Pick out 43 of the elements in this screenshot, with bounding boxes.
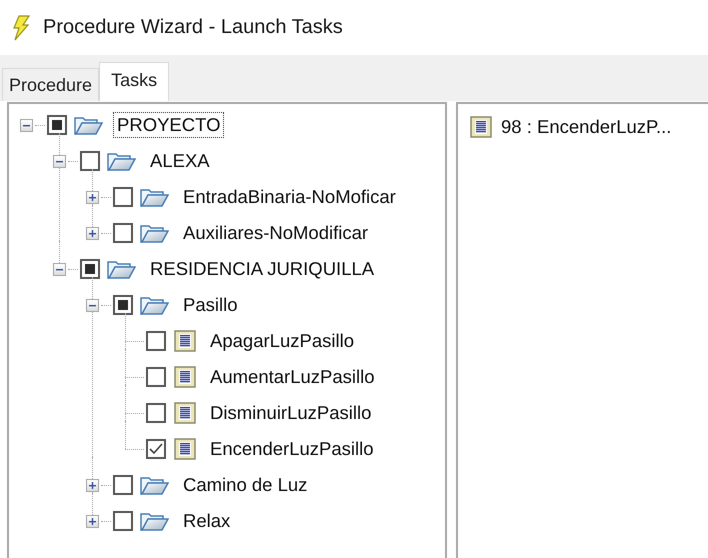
task-icon — [174, 438, 196, 460]
tree-item-label[interactable]: Auxiliares-NoModificar — [179, 220, 372, 246]
tree-item-label[interactable]: Pasillo — [179, 292, 242, 318]
checkbox[interactable] — [80, 259, 100, 279]
checkbox[interactable] — [113, 475, 133, 495]
checkbox[interactable] — [80, 151, 100, 171]
list-item-label[interactable]: 98 : EncenderLuzP... — [501, 116, 672, 138]
task-icon — [174, 330, 196, 352]
checkbox[interactable] — [47, 115, 67, 135]
tree-item-label[interactable]: Camino de Luz — [179, 472, 312, 498]
checkbox[interactable] — [113, 511, 133, 531]
expand-icon[interactable] — [86, 478, 98, 492]
checkbox[interactable] — [146, 367, 166, 387]
tree-item-label[interactable]: EntradaBinaria-NoMoficar — [179, 184, 400, 210]
tree-item-label[interactable]: DisminuirLuzPasillo — [206, 400, 376, 426]
checkbox[interactable] — [113, 223, 133, 243]
checkbox[interactable] — [113, 295, 133, 315]
checkbox[interactable] — [146, 439, 166, 459]
task-icon — [174, 366, 196, 388]
collapse-icon[interactable] — [86, 298, 98, 312]
task-icon — [470, 116, 492, 138]
collapse-icon[interactable] — [52, 262, 66, 276]
tab[interactable]: Procedure — [2, 68, 100, 101]
tree-item-label[interactable]: ALEXA — [146, 148, 214, 174]
task-icon — [174, 402, 196, 424]
expand-icon[interactable] — [86, 226, 98, 240]
checkbox[interactable] — [146, 403, 166, 423]
tree-item-label[interactable]: Relax — [179, 508, 234, 534]
collapse-icon[interactable] — [20, 118, 32, 132]
tree-item-label[interactable]: EncenderLuzPasillo — [206, 436, 378, 462]
tab[interactable]: Tasks — [99, 62, 170, 101]
tree-item-label[interactable]: ApagarLuzPasillo — [206, 328, 358, 354]
collapse-icon[interactable] — [52, 154, 66, 168]
window-title: Procedure Wizard - Launch Tasks — [43, 16, 343, 39]
tree-item-label[interactable]: PROYECTO — [113, 112, 224, 138]
tree-item-label[interactable]: RESIDENCIA JURIQUILLA — [146, 256, 378, 282]
checkbox[interactable] — [146, 331, 166, 351]
expand-icon[interactable] — [86, 514, 98, 528]
checkmark-icon — [148, 441, 164, 457]
expand-icon[interactable] — [86, 190, 98, 204]
lightning-icon — [10, 14, 32, 40]
checkbox[interactable] — [113, 187, 133, 207]
tree-item-label[interactable]: AumentarLuzPasillo — [206, 364, 379, 390]
